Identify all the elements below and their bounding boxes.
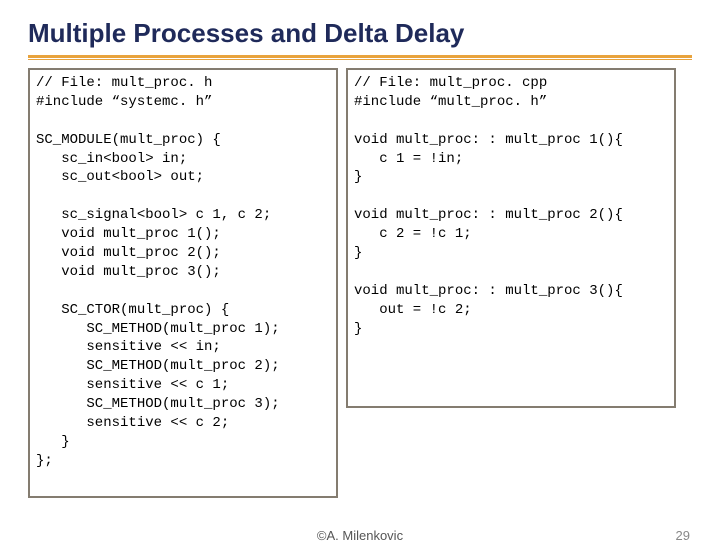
footer-page-number: 29 (676, 528, 690, 543)
footer-copyright: ©A. Milenkovic (317, 528, 403, 543)
page-title: Multiple Processes and Delta Delay (28, 18, 692, 49)
title-underline-thin (28, 59, 692, 60)
code-box-left: // File: mult_proc. h #include “systemc.… (28, 68, 338, 498)
slide: Multiple Processes and Delta Delay // Fi… (0, 0, 720, 540)
code-row: // File: mult_proc. h #include “systemc.… (28, 68, 692, 498)
code-box-right: // File: mult_proc. cpp #include “mult_p… (346, 68, 676, 408)
title-underline-thick (28, 55, 692, 58)
